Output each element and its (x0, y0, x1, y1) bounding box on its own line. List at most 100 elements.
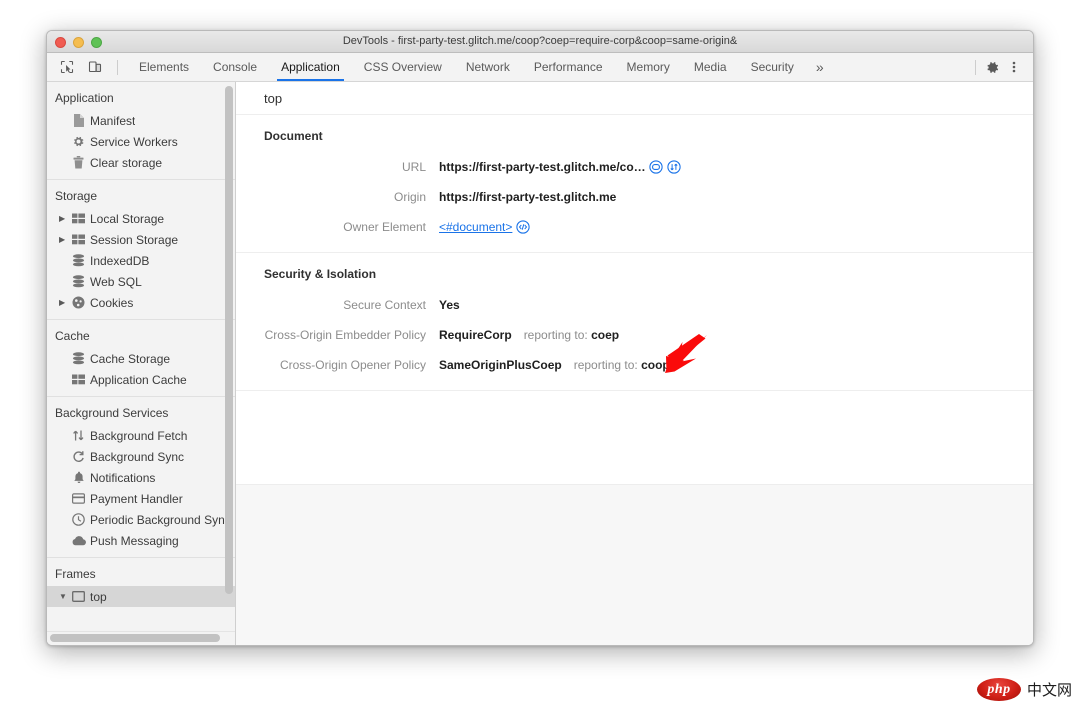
arrows-updown-icon (70, 429, 87, 442)
sidebar-item-session-storage[interactable]: ▶ Session Storage (47, 229, 235, 250)
sidebar-item-background-sync[interactable]: ▶ Background Sync (47, 446, 235, 467)
coep-value: RequireCorp (439, 328, 512, 342)
owner-element-link[interactable]: <#document> (439, 220, 512, 234)
tabbar-tools (47, 53, 127, 81)
tab-network[interactable]: Network (454, 53, 522, 81)
credit-card-icon (70, 493, 87, 504)
row-coep: Cross-Origin Embedder Policy RequireCorp… (236, 320, 1033, 350)
tab-memory[interactable]: Memory (615, 53, 682, 81)
row-label: URL (401, 160, 426, 174)
document-icon (70, 114, 87, 127)
sidebar-item-local-storage[interactable]: ▶ Local Storage (47, 208, 235, 229)
sidebar-group-background-services: Background Services ▶ Background Fetch ▶ (47, 397, 235, 558)
device-toolbar-icon[interactable] (84, 56, 106, 78)
more-vertical-icon[interactable] (1003, 56, 1025, 78)
table-icon (70, 234, 87, 245)
sidebar-item-label: Manifest (90, 113, 136, 128)
clock-icon (70, 513, 87, 526)
tab-css-overview[interactable]: CSS Overview (352, 53, 454, 81)
code-icon[interactable] (515, 220, 530, 235)
tab-security[interactable]: Security (739, 53, 806, 81)
sidebar-item-cookies[interactable]: ▶ Cookies (47, 292, 235, 313)
sidebar-item-label: Clear storage (90, 155, 163, 170)
sidebar-item-label: IndexedDB (90, 253, 150, 268)
sidebar-item-label: Background Sync (90, 449, 185, 464)
sidebar-item-label: top (90, 589, 107, 604)
sidebar-item-label: Web SQL (90, 274, 142, 289)
tab-elements[interactable]: Elements (127, 53, 201, 81)
tab-application[interactable]: Application (269, 53, 352, 81)
tabs-overflow-button[interactable]: » (806, 53, 834, 81)
origin-value: https://first-party-test.glitch.me (439, 190, 617, 204)
section-document: Document URL https://first-party-test.gl… (236, 115, 1033, 253)
trash-icon (70, 156, 87, 169)
coop-reporting: reporting to: coop (574, 358, 670, 372)
devtools-tabbar: Elements Console Application CSS Overvie… (47, 53, 1033, 82)
row-label: Cross-Origin Embedder Policy (264, 328, 426, 342)
sidebar-group-title: Cache (55, 329, 90, 343)
collapse-triangle[interactable]: ▼ (59, 592, 70, 601)
sidebar-item-frame-top[interactable]: ▼ top (47, 586, 235, 607)
sidebar-item-application-cache[interactable]: ▶ Application Cache (47, 369, 235, 390)
row-value-container: RequireCorp reporting to: coep (439, 328, 619, 342)
section-title: Document (264, 129, 323, 143)
table-icon (70, 213, 87, 224)
sidebar-vertical-scrollbar[interactable] (225, 86, 233, 594)
php-logo: php (976, 678, 1021, 701)
reveal-in-elements-icon[interactable] (649, 160, 664, 175)
frame-details-panel: top Document URL https://first-party-tes… (236, 82, 1033, 645)
coop-reporting-prefix: reporting to: (573, 358, 638, 372)
coop-reporting-endpoint: coop (641, 358, 670, 372)
window-titlebar: DevTools - first-party-test.glitch.me/co… (47, 31, 1033, 53)
sidebar-item-manifest[interactable]: ▶ Manifest (47, 110, 235, 131)
sidebar-item-label: Payment Handler (90, 491, 183, 506)
coop-value: SameOriginPlusCoep (439, 358, 562, 372)
sidebar-item-indexeddb[interactable]: ▶ IndexedDB (47, 250, 235, 271)
watermark: php 中文网 (976, 678, 1072, 701)
sidebar-item-service-workers[interactable]: ▶ Service Workers (47, 131, 235, 152)
sidebar-item-label: Background Fetch (90, 428, 188, 443)
sidebar-group-title: Storage (55, 189, 98, 203)
sidebar-group-frames: Frames ▼ top (47, 558, 235, 613)
sidebar-item-push-messaging[interactable]: ▶ Push Messaging (47, 530, 235, 551)
bell-icon (70, 471, 87, 484)
sidebar-item-background-fetch[interactable]: ▶ Background Fetch (47, 425, 235, 446)
section-security-isolation: Security & Isolation Secure Context Yes … (236, 253, 1033, 391)
inspect-element-icon[interactable] (56, 56, 78, 78)
tab-console[interactable]: Console (201, 53, 269, 81)
database-icon (70, 275, 87, 288)
gear-icon (70, 135, 87, 148)
sidebar-item-clear-storage[interactable]: ▶ Clear storage (47, 152, 235, 173)
sidebar-item-cache-storage[interactable]: ▶ Cache Storage (47, 348, 235, 369)
tab-performance[interactable]: Performance (522, 53, 615, 81)
application-sidebar: Application ▶ Manifest ▶ Service Work (47, 82, 236, 645)
sidebar-group-title: Frames (55, 567, 96, 581)
section-title: Security & Isolation (264, 267, 377, 281)
devtools-window: DevTools - first-party-test.glitch.me/co… (46, 30, 1034, 646)
row-origin: Origin https://first-party-test.glitch.m… (236, 182, 1033, 212)
sidebar-item-label: Session Storage (90, 232, 179, 247)
frame-icon (70, 591, 87, 602)
sidebar-item-periodic-background-sync[interactable]: ▶ Periodic Background Syn (47, 509, 235, 530)
sidebar-item-label: Local Storage (90, 211, 165, 226)
sidebar-item-payment-handler[interactable]: ▶ Payment Handler (47, 488, 235, 509)
database-icon (70, 254, 87, 267)
gear-icon[interactable] (981, 56, 1003, 78)
sidebar-item-label: Cache Storage (90, 351, 171, 366)
sidebar-item-web-sql[interactable]: ▶ Web SQL (47, 271, 235, 292)
sidebar-group-storage: Storage ▶ Local Storage ▶ Session Storag… (47, 180, 235, 320)
tabbar-right-tools (970, 53, 1033, 81)
expand-triangle[interactable]: ▶ (59, 235, 70, 244)
sidebar-item-notifications[interactable]: ▶ Notifications (47, 467, 235, 488)
row-owner-element: Owner Element <#document> (236, 212, 1033, 242)
database-icon (70, 352, 87, 365)
table-icon (70, 374, 87, 385)
open-in-network-icon[interactable] (667, 160, 682, 175)
cloud-icon (70, 535, 87, 546)
tab-media[interactable]: Media (682, 53, 739, 81)
expand-triangle[interactable]: ▶ (59, 298, 70, 307)
sidebar-horizontal-scrollbar-thumb[interactable] (50, 634, 220, 642)
sidebar-item-label: Push Messaging (90, 533, 179, 548)
watermark-text: 中文网 (1026, 681, 1072, 699)
expand-triangle[interactable]: ▶ (59, 214, 70, 223)
